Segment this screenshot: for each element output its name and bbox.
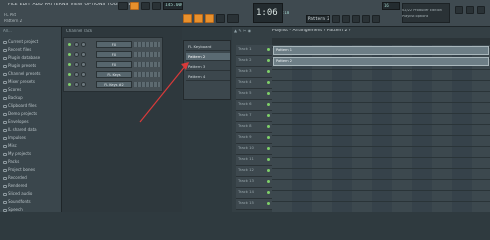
annotation-arrow bbox=[139, 62, 189, 123]
